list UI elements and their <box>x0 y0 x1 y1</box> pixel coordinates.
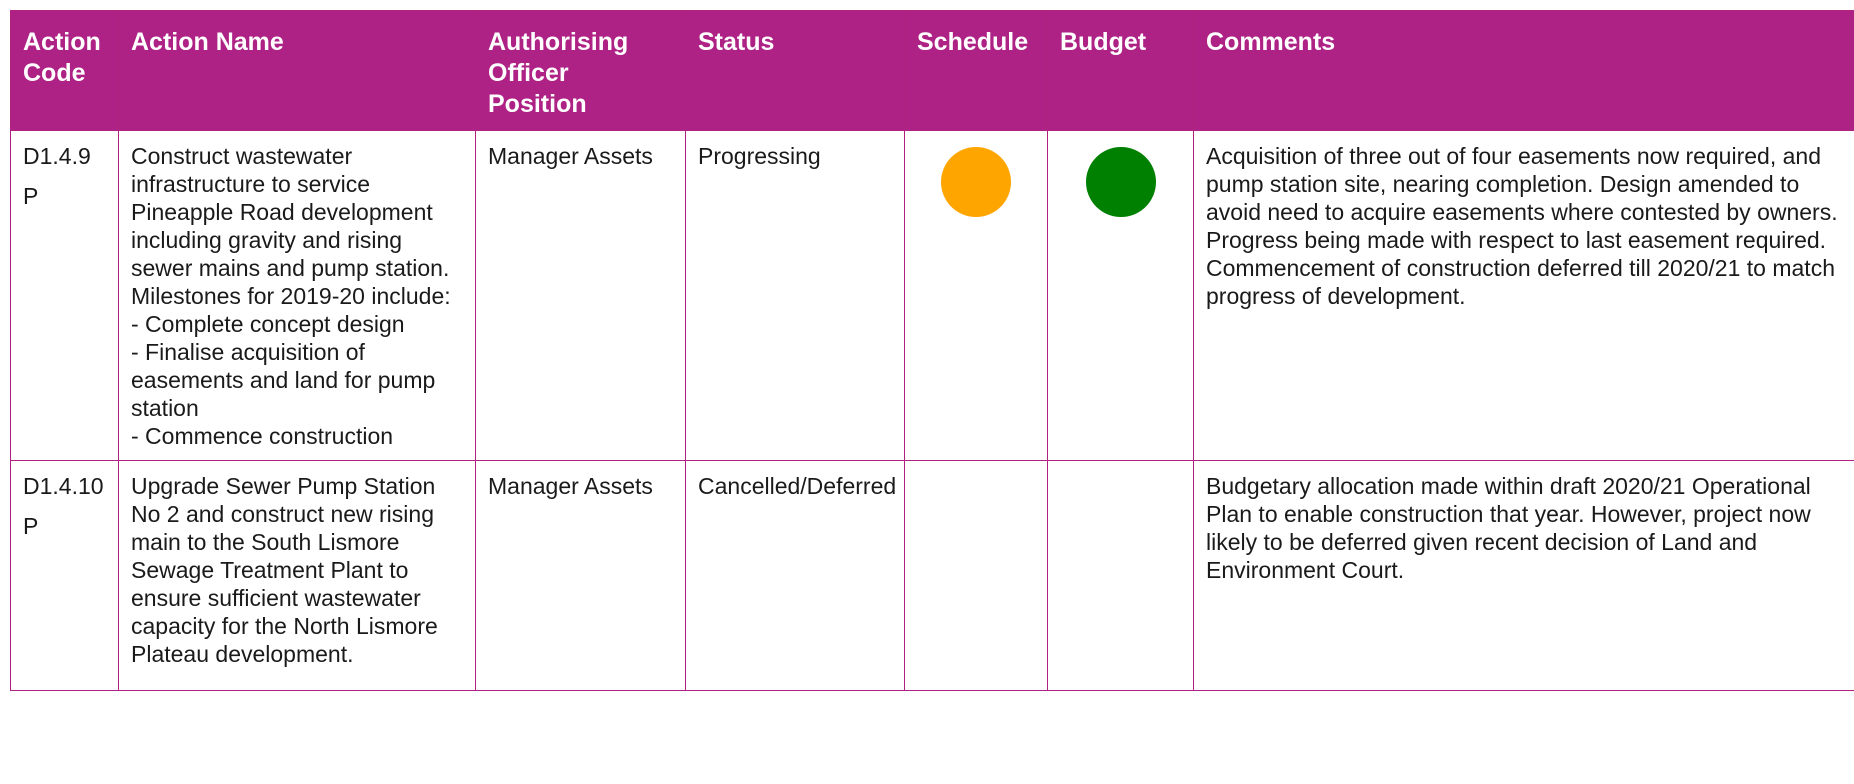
table-row: D1.4.10 P Upgrade Sewer Pump Station No … <box>10 460 1854 691</box>
comments-cell: Budgetary allocation made within draft 2… <box>1193 460 1854 691</box>
table-header-row: Action Code Action Name Authorising Offi… <box>10 10 1854 131</box>
budget-status-indicator <box>1085 147 1156 217</box>
schedule-status-indicator <box>941 147 1011 217</box>
header-budget: Budget <box>1047 10 1194 131</box>
comments-cell: Acquisition of three out of four easemen… <box>1193 130 1854 461</box>
action-code-suffix: P <box>23 183 39 209</box>
authorising-officer-cell: Manager Assets <box>475 130 686 461</box>
authorising-officer-cell: Manager Assets <box>475 460 686 691</box>
header-action-code: Action Code <box>10 10 119 131</box>
action-code-cell: D1.4.9 P <box>10 130 119 461</box>
action-table-container: Action Code Action Name Authorising Offi… <box>10 10 1854 784</box>
action-code: D1.4.9 <box>23 143 91 169</box>
header-authorising-officer: Authorising Officer Position <box>475 10 686 131</box>
status-cell: Cancelled/Deferred <box>685 460 905 691</box>
action-status-table: Action Code Action Name Authorising Offi… <box>10 10 1854 691</box>
action-name-cell: Construct wastewater infrastructure to s… <box>118 130 476 461</box>
header-comments: Comments <box>1193 10 1854 131</box>
action-code-cell: D1.4.10 P <box>10 460 119 691</box>
schedule-cell <box>904 130 1048 461</box>
schedule-cell <box>904 460 1048 691</box>
action-code: D1.4.10 <box>23 473 104 499</box>
table-row: D1.4.9 P Construct wastewater infrastruc… <box>10 130 1854 461</box>
header-status: Status <box>685 10 905 131</box>
budget-cell <box>1047 460 1194 691</box>
action-name-cell: Upgrade Sewer Pump Station No 2 and cons… <box>118 460 476 691</box>
budget-cell <box>1047 130 1194 461</box>
action-code-suffix: P <box>23 513 39 539</box>
status-cell: Progressing <box>685 130 905 461</box>
header-action-name: Action Name <box>118 10 476 131</box>
header-schedule: Schedule <box>904 10 1048 131</box>
